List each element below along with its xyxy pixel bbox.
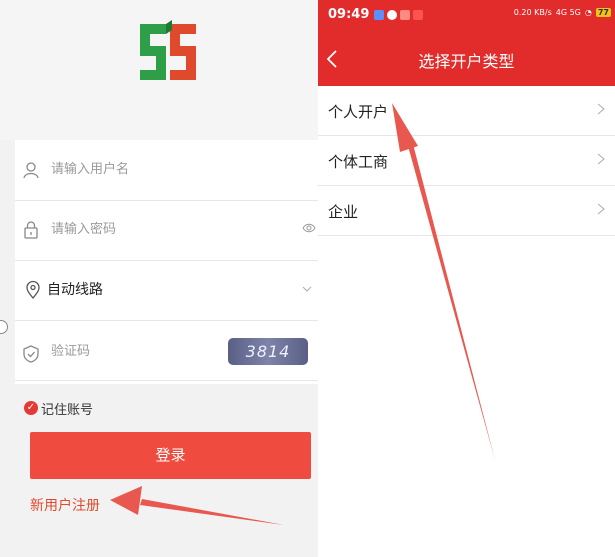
network-speed: 0.20 KB/s [513,8,552,17]
account-type-list: 个人开户 个体工商 企业 [318,86,615,236]
chat-notification-icon [387,10,397,20]
logo-area [0,0,318,140]
captcha-image[interactable]: 3814 [228,338,308,365]
signal-strength: 4G 5G [555,8,581,17]
shop-notification-icon [400,10,410,20]
nav-bar: 选择开户类型 [318,33,615,86]
chevron-down-icon [302,286,312,292]
chevron-right-icon [597,203,605,215]
app-logo [140,20,196,80]
account-type-screen: 09:49 0.20 KB/s 4G 5G ◔ 77 选择开户类型 个人开户 个… [318,0,615,557]
username-row: 请输入用户名 [15,140,318,201]
remember-label: 记住账号 [41,402,94,418]
status-bar: 09:49 0.20 KB/s 4G 5G ◔ 77 [318,0,615,33]
checkbox-checked-icon[interactable]: ✓ [24,401,38,415]
login-screen: 请输入用户名 请输入密码 自动线路 验证码 3814 ✓ 记住账号 登录 新用户… [0,0,318,557]
chevron-right-icon [597,103,605,115]
chevron-right-icon [597,153,605,165]
username-input[interactable]: 请输入用户名 [51,160,129,180]
register-link[interactable]: 新用户注册 [30,495,100,515]
edge-handle [0,320,8,334]
login-button[interactable]: 登录 [30,432,311,479]
wifi-icon: ◔ [584,8,592,17]
battery-icon: 77 [595,8,611,17]
login-form: 请输入用户名 请输入密码 自动线路 验证码 3814 [15,140,318,384]
route-row[interactable]: 自动线路 [15,260,318,321]
status-time: 09:49 [328,7,370,22]
lock-icon [24,221,38,239]
password-input[interactable]: 请输入密码 [51,220,116,240]
notification-icons [374,10,423,20]
app-notification-icon [374,10,384,20]
list-item-enterprise[interactable]: 企业 [318,186,615,236]
list-item-personal[interactable]: 个人开户 [318,86,615,136]
password-row: 请输入密码 [15,200,318,261]
location-pin-icon [26,280,40,300]
route-select[interactable]: 自动线路 [47,280,103,300]
list-item-label: 个体工商 [328,153,389,171]
news-notification-icon [413,10,423,20]
shield-check-icon [23,345,39,363]
list-item-individual-business[interactable]: 个体工商 [318,136,615,186]
remember-account[interactable]: ✓ 记住账号 [24,398,93,418]
captcha-input[interactable]: 验证码 [51,342,90,362]
list-item-label: 企业 [328,203,359,221]
status-right: 0.20 KB/s 4G 5G ◔ 77 [514,8,611,17]
user-icon [23,162,39,179]
page-title: 选择开户类型 [418,52,515,71]
list-item-label: 个人开户 [328,103,389,121]
eye-icon[interactable] [302,221,316,235]
captcha-row: 验证码 3814 [15,320,318,381]
